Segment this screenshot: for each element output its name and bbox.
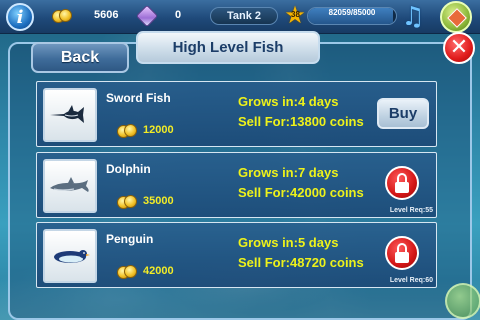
coins-icon <box>117 124 137 138</box>
penguin-icon <box>54 250 90 263</box>
dialog-title: High Level Fish <box>136 31 320 64</box>
fish-row-penguin: Penguin 42000 Grows in:5 days Sell For:4… <box>36 222 437 288</box>
top-bar: i 5606 0 Tank 2 ★ 38 82059/85000 ♫ <box>0 0 480 34</box>
fish-row-sword-fish: Sword Fish 12000 Grows in:4 days Sell Fo… <box>36 81 437 147</box>
fish-name: Penguin <box>106 232 154 246</box>
fish-row-dolphin: Dolphin 35000 Grows in:7 days Sell For:4… <box>36 152 437 218</box>
coins-icon <box>117 195 137 209</box>
corner-action-button[interactable] <box>445 283 480 319</box>
xp-progress-bar: 82059/85000 <box>307 7 397 25</box>
fish-name: Sword Fish <box>106 91 171 105</box>
buy-button[interactable]: Buy <box>377 98 429 129</box>
sell-price: Sell For:42000 coins <box>238 185 364 200</box>
grow-time: Grows in:4 days <box>238 94 339 109</box>
coins-value: 5606 <box>94 9 119 21</box>
dolphin-thumbnail <box>43 159 97 213</box>
lock-icon[interactable] <box>385 166 419 200</box>
back-button[interactable]: Back <box>31 42 129 73</box>
music-icon[interactable]: ♫ <box>400 3 426 31</box>
grow-time: Grows in:7 days <box>238 165 339 180</box>
info-icon[interactable]: i <box>6 3 34 31</box>
lock-body <box>395 252 409 263</box>
level-number: 38 <box>291 10 300 19</box>
grow-time: Grows in:5 days <box>238 235 339 250</box>
close-icon[interactable]: ✕ <box>443 32 475 64</box>
pearls-value: 0 <box>175 9 182 21</box>
fish-price: 42000 <box>143 265 174 277</box>
fish-price: 35000 <box>143 195 174 207</box>
coins-icon <box>117 265 137 279</box>
lock-icon[interactable] <box>385 236 419 270</box>
sell-price: Sell For:13800 coins <box>238 114 364 129</box>
dolphin-icon <box>50 177 89 192</box>
tank-selector[interactable]: Tank 2 <box>210 7 278 25</box>
sword-fish-icon <box>50 105 84 123</box>
xp-progress-text: 82059/85000 <box>328 8 376 17</box>
lock-body <box>395 182 409 193</box>
pearls-icon <box>135 4 159 28</box>
penguin-thumbnail <box>43 229 97 283</box>
coins-icon <box>52 9 72 23</box>
shop-icon[interactable] <box>440 1 472 33</box>
level-requirement: Level Req:55 <box>389 207 433 214</box>
fish-price: 12000 <box>143 124 174 136</box>
sword-fish-thumbnail <box>43 88 97 142</box>
fish-name: Dolphin <box>106 162 151 176</box>
level-requirement: Level Req:60 <box>389 277 433 284</box>
sell-price: Sell For:48720 coins <box>238 255 364 270</box>
